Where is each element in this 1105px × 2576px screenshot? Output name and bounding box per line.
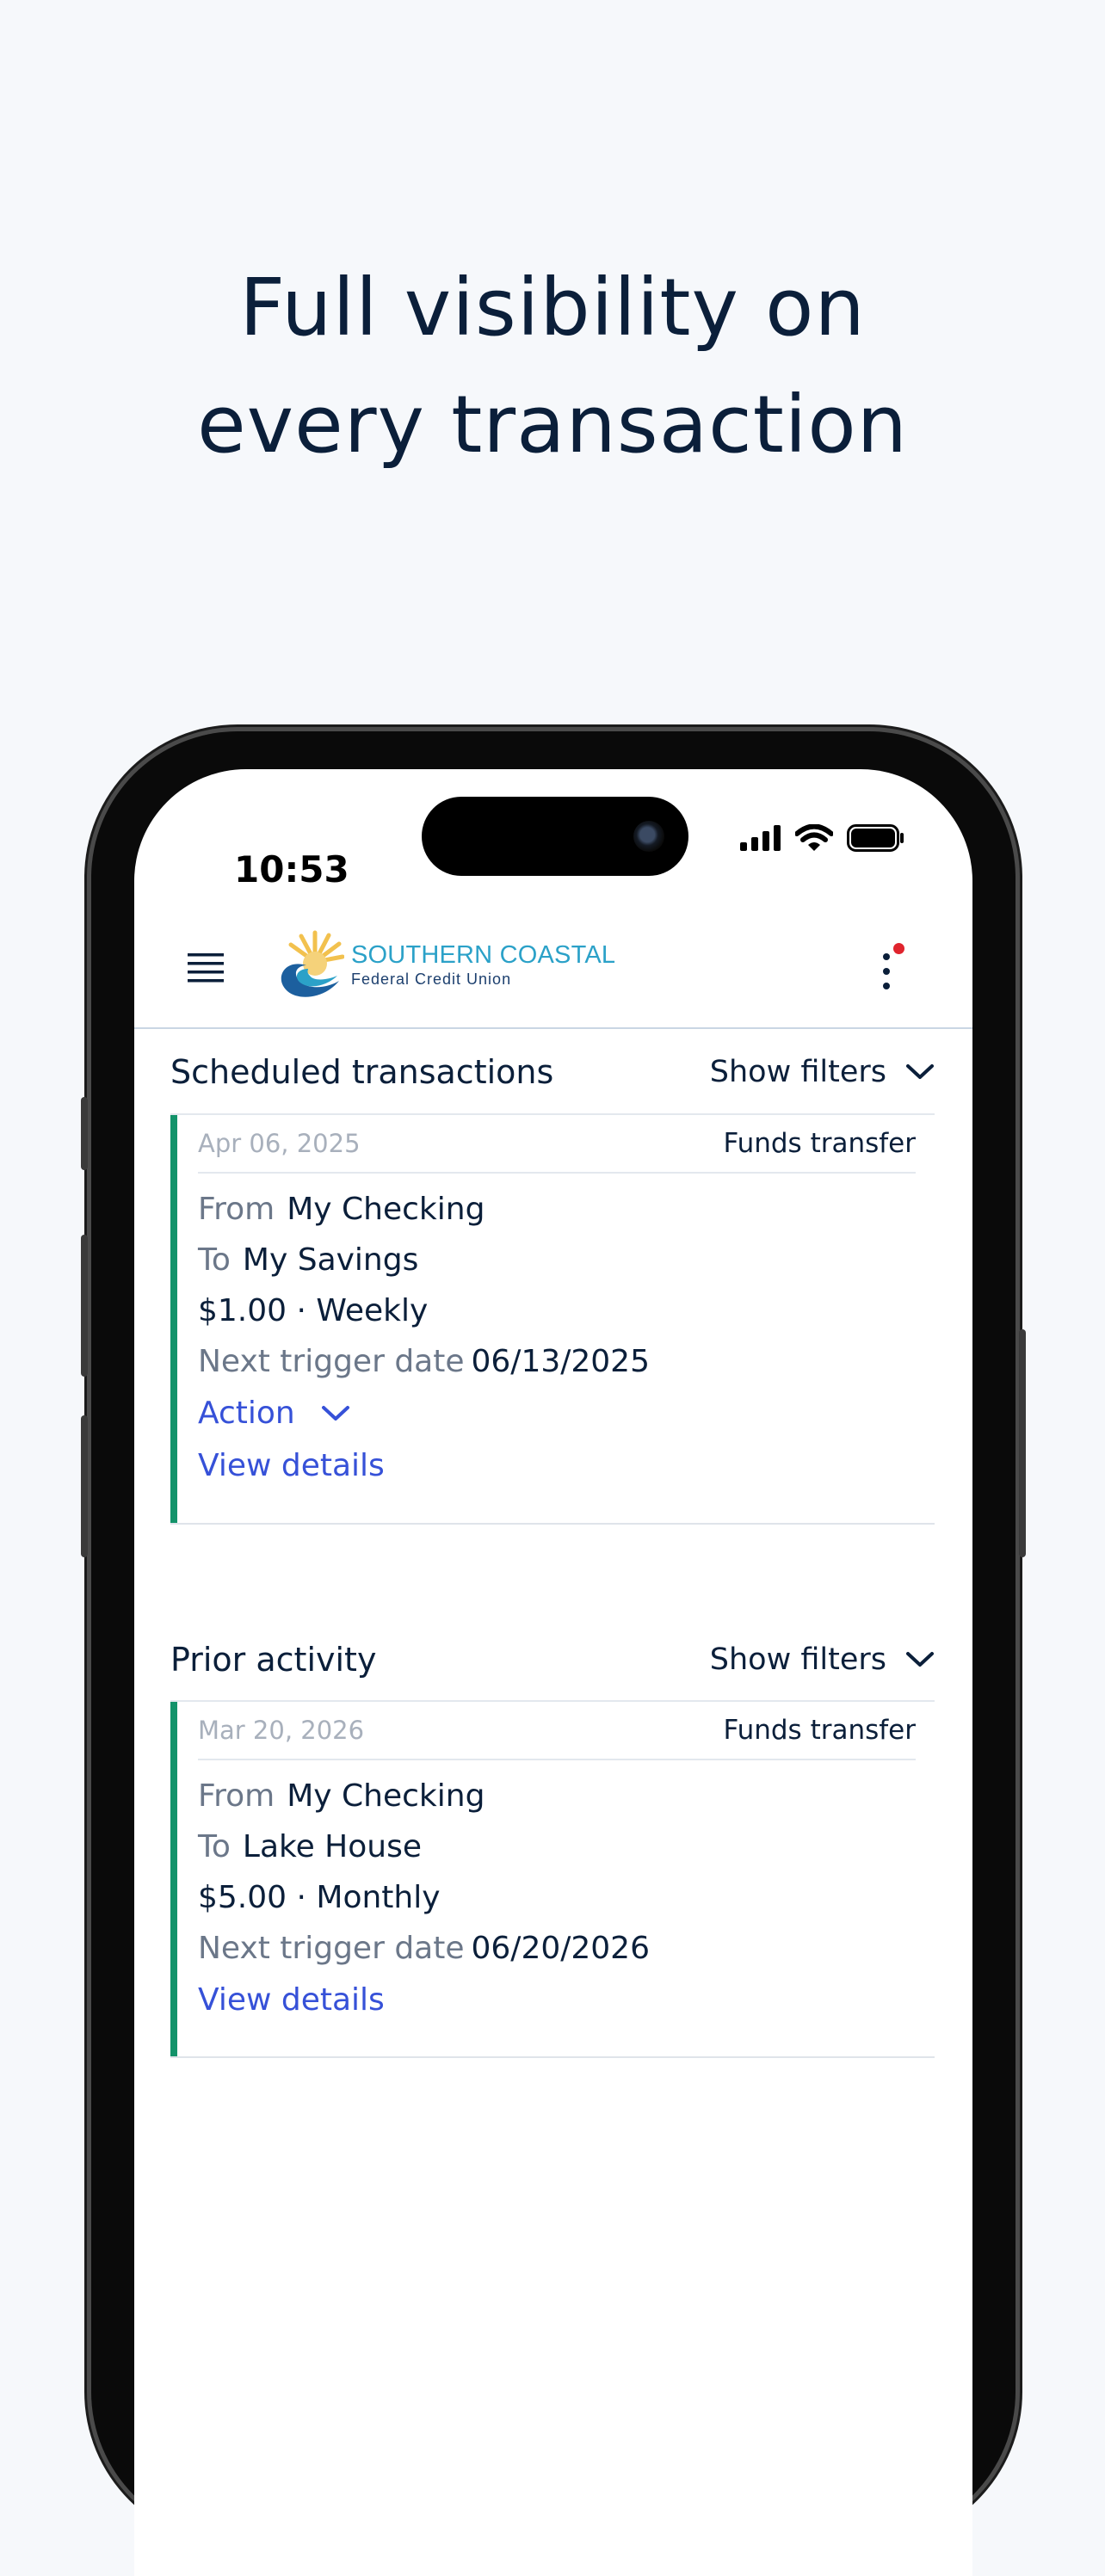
chevron-down-icon — [906, 1652, 934, 1667]
chevron-down-icon — [321, 1405, 349, 1420]
next-trigger-label: Next trigger date — [198, 1344, 465, 1379]
to-row: To Lake House — [198, 1821, 916, 1872]
from-row: From My Checking — [198, 1771, 916, 1821]
notification-badge — [893, 943, 904, 954]
next-trigger-label: Next trigger date — [198, 1931, 465, 1966]
action-button — [81, 1097, 88, 1170]
transaction-type: Funds transfer — [723, 1128, 916, 1159]
sun-wave-logo-icon — [281, 930, 344, 997]
hamburger-menu-icon[interactable] — [188, 953, 224, 983]
section-title: Prior activity — [170, 1641, 377, 1679]
phone-frame: 10:53 SOUTHERN COASTAL Federal Credit Un… — [81, 731, 1026, 2576]
kebab-dot — [883, 983, 890, 989]
dynamic-island — [422, 797, 688, 876]
next-trigger-value: 06/20/2026 — [471, 1931, 651, 1966]
from-value: My Checking — [287, 1778, 485, 1814]
show-filters-label: Show filters — [709, 1055, 886, 1089]
wifi-icon — [795, 824, 833, 851]
transaction-card: Mar 20, 2026 Funds transfer From My Check… — [170, 1700, 935, 2058]
to-label: To — [198, 1242, 231, 1278]
cellular-signal-icon — [740, 825, 781, 851]
next-trigger-row: Next trigger date 06/20/2026 — [198, 1923, 916, 1974]
chevron-down-icon — [906, 1064, 934, 1079]
prior-section-header: Prior activity Show filters — [170, 1632, 935, 1687]
from-value: My Checking — [287, 1192, 485, 1227]
show-filters-toggle[interactable]: Show filters — [710, 1642, 935, 1677]
show-filters-toggle[interactable]: Show filters — [710, 1055, 935, 1089]
to-label: To — [198, 1829, 231, 1864]
card-accent-bar — [170, 1115, 177, 1523]
view-details-link[interactable]: View details — [198, 1974, 916, 2026]
volume-up-button — [81, 1235, 88, 1377]
action-dropdown[interactable]: Action — [198, 1387, 916, 1439]
brand-logo: SOUTHERN COASTAL Federal Credit Union — [272, 927, 615, 1001]
volume-down-button — [81, 1415, 88, 1557]
transaction-type: Funds transfer — [723, 1715, 916, 1746]
from-label: From — [198, 1778, 275, 1814]
show-filters-label: Show filters — [709, 1642, 886, 1677]
next-trigger-row: Next trigger date 06/13/2025 — [198, 1336, 916, 1387]
next-trigger-value: 06/13/2025 — [471, 1344, 651, 1379]
scheduled-section-header: Scheduled transactions Show filters — [170, 1045, 935, 1100]
view-details-link[interactable]: View details — [198, 1439, 916, 1492]
more-options-button[interactable] — [873, 941, 907, 1001]
transaction-date: Apr 06, 2025 — [198, 1129, 361, 1158]
to-value: My Savings — [242, 1242, 419, 1278]
kebab-dot — [883, 953, 890, 960]
camera-icon — [633, 821, 664, 852]
action-label: Action — [198, 1396, 295, 1431]
app-header: SOUTHERN COASTAL Federal Credit Union — [134, 910, 972, 1029]
transaction-card: Apr 06, 2025 Funds transfer From My Check… — [170, 1113, 935, 1525]
to-row: To My Savings — [198, 1235, 916, 1285]
power-button — [1019, 1329, 1026, 1557]
section-title: Scheduled transactions — [170, 1053, 554, 1091]
hero-line-2: every transaction — [197, 379, 908, 471]
kebab-dot — [883, 968, 890, 975]
amount-frequency: $1.00 · Weekly — [198, 1293, 429, 1328]
amount-frequency: $5.00 · Monthly — [198, 1880, 441, 1915]
logo-name: SOUTHERN COASTAL — [351, 940, 616, 969]
status-icons — [740, 824, 905, 852]
from-row: From My Checking — [198, 1184, 916, 1235]
from-label: From — [198, 1192, 275, 1227]
hero-line-1: Full visibility on — [239, 262, 866, 354]
phone-screen: 10:53 SOUTHERN COASTAL Federal Credit Un… — [134, 769, 972, 2576]
logo-subtitle: Federal Credit Union — [351, 970, 512, 988]
card-accent-bar — [170, 1702, 177, 2056]
status-time: 10:53 — [234, 848, 349, 891]
to-value: Lake House — [242, 1829, 422, 1864]
transaction-date: Mar 20, 2026 — [198, 1716, 365, 1745]
battery-icon — [847, 824, 904, 852]
hero-headline: Full visibility on every transaction — [0, 250, 1105, 484]
